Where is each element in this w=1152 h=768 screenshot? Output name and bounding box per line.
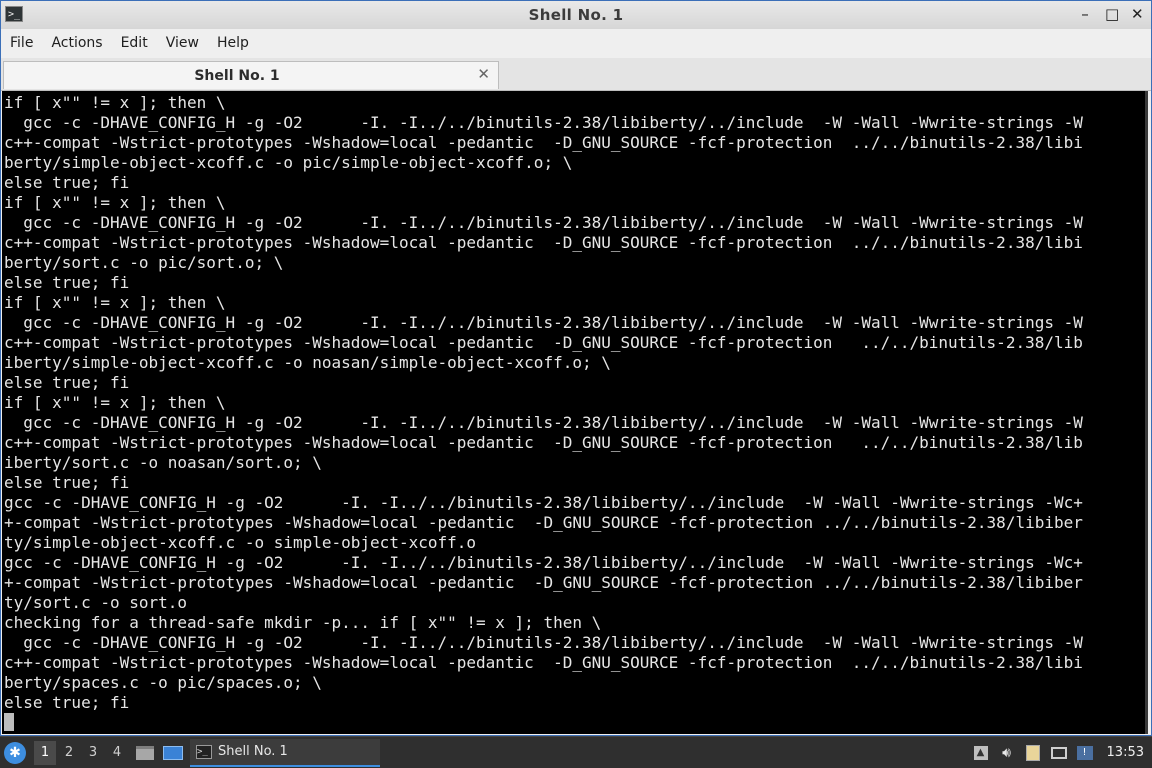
terminal-cursor xyxy=(4,713,14,731)
terminal-line: c++-compat -Wstrict-prototypes -Wshadow=… xyxy=(4,433,1083,452)
terminal-line: c++-compat -Wstrict-prototypes -Wshadow=… xyxy=(4,333,1083,352)
updates-icon[interactable]: ▲ xyxy=(973,745,989,761)
terminal-icon: >_ xyxy=(196,744,212,759)
taskbar-item-label: Shell No. 1 xyxy=(218,744,288,759)
workspace-4[interactable]: 4 xyxy=(106,741,128,765)
terminal-line: iberty/sort.c -o noasan/sort.o; \ xyxy=(4,453,322,472)
system-tray: ▲ 🔊︎ ! 13:53 xyxy=(973,744,1152,761)
terminal-line: if [ x"" != x ]; then \ xyxy=(4,93,226,112)
terminal-line: else true; fi xyxy=(4,173,130,192)
terminal-window: >_ Shell No. 1 – □ ✕ File Actions Edit V… xyxy=(0,0,1152,736)
clipboard-icon[interactable] xyxy=(1025,744,1041,761)
minimize-button[interactable]: – xyxy=(1079,5,1091,23)
terminal-line: gcc -c -DHAVE_CONFIG_H -g -O2 -I. -I../.… xyxy=(4,633,1083,652)
terminal-line: else true; fi xyxy=(4,473,130,492)
menu-bar: File Actions Edit View Help xyxy=(1,29,1151,57)
show-desktop-icon[interactable] xyxy=(162,742,184,764)
terminal-line: ty/sort.c -o sort.o xyxy=(4,593,188,612)
tab-close-icon[interactable]: ✕ xyxy=(477,65,490,83)
terminal-line: else true; fi xyxy=(4,693,130,712)
terminal-line: if [ x"" != x ]; then \ xyxy=(4,393,226,412)
menu-help[interactable]: Help xyxy=(208,35,258,51)
tab-shell-1[interactable]: Shell No. 1 ✕ xyxy=(3,61,499,89)
terminal-line: berty/sort.c -o pic/sort.o; \ xyxy=(4,253,284,272)
terminal-line: gcc -c -DHAVE_CONFIG_H -g -O2 -I. -I../.… xyxy=(4,213,1083,232)
workspace-3[interactable]: 3 xyxy=(82,741,104,765)
terminal-line: +-compat -Wstrict-prototypes -Wshadow=lo… xyxy=(4,513,1083,532)
volume-icon[interactable]: 🔊︎ xyxy=(999,745,1015,761)
terminal-line: gcc -c -DHAVE_CONFIG_H -g -O2 -I. -I../.… xyxy=(4,493,1083,512)
start-menu-icon[interactable]: ✱ xyxy=(4,741,26,764)
terminal-output[interactable]: if [ x"" != x ]; then \ gcc -c -DHAVE_CO… xyxy=(2,91,1148,734)
terminal-text: if [ x"" != x ]; then \ gcc -c -DHAVE_CO… xyxy=(4,93,1126,713)
terminal-line: else true; fi xyxy=(4,273,130,292)
maximize-button[interactable]: □ xyxy=(1105,5,1119,23)
taskbar: ✱ 1 2 3 4 >_ Shell No. 1 ▲ 🔊︎ ! 13:53 xyxy=(0,736,1152,768)
tab-bar: Shell No. 1 ✕ xyxy=(1,58,1151,91)
workspace-1[interactable]: 1 xyxy=(34,740,56,765)
terminal-scrollbar[interactable] xyxy=(1145,91,1148,734)
terminal-line: if [ x"" != x ]; then \ xyxy=(4,293,226,312)
terminal-line: c++-compat -Wstrict-prototypes -Wshadow=… xyxy=(4,233,1083,252)
window-controls: – □ ✕ xyxy=(1079,5,1143,23)
menu-actions[interactable]: Actions xyxy=(42,35,111,51)
terminal-line: if [ x"" != x ]; then \ xyxy=(4,193,226,212)
clock[interactable]: 13:53 xyxy=(1107,745,1144,760)
title-bar[interactable]: >_ Shell No. 1 – □ ✕ xyxy=(1,1,1151,30)
notification-icon[interactable]: ! xyxy=(1076,745,1093,761)
menu-file[interactable]: File xyxy=(1,35,42,51)
terminal-line: gcc -c -DHAVE_CONFIG_H -g -O2 -I. -I../.… xyxy=(4,113,1083,132)
taskbar-item-shell[interactable]: >_ Shell No. 1 xyxy=(190,738,380,767)
terminal-line: gcc -c -DHAVE_CONFIG_H -g -O2 -I. -I../.… xyxy=(4,413,1083,432)
terminal-line: c++-compat -Wstrict-prototypes -Wshadow=… xyxy=(4,653,1083,672)
terminal-line: c++-compat -Wstrict-prototypes -Wshadow=… xyxy=(4,133,1083,152)
tab-label: Shell No. 1 xyxy=(194,68,280,84)
workspace-2[interactable]: 2 xyxy=(58,741,80,765)
terminal-line: +-compat -Wstrict-prototypes -Wshadow=lo… xyxy=(4,573,1083,592)
terminal-line: ty/simple-object-xcoff.c -o simple-objec… xyxy=(4,533,477,552)
terminal-line: iberty/simple-object-xcoff.c -o noasan/s… xyxy=(4,353,611,372)
menu-view[interactable]: View xyxy=(157,35,208,51)
close-button[interactable]: ✕ xyxy=(1131,5,1144,23)
terminal-line: else true; fi xyxy=(4,373,130,392)
file-manager-icon[interactable] xyxy=(134,742,156,764)
terminal-line: gcc -c -DHAVE_CONFIG_H -g -O2 -I. -I../.… xyxy=(4,313,1083,332)
terminal-line: checking for a thread-safe mkdir -p... i… xyxy=(4,613,602,632)
network-icon[interactable] xyxy=(1050,745,1067,761)
terminal-line: berty/spaces.c -o pic/spaces.o; \ xyxy=(4,673,322,692)
menu-edit[interactable]: Edit xyxy=(112,35,157,51)
window-title: Shell No. 1 xyxy=(528,6,624,24)
terminal-line: berty/simple-object-xcoff.c -o pic/simpl… xyxy=(4,153,573,172)
terminal-line: gcc -c -DHAVE_CONFIG_H -g -O2 -I. -I../.… xyxy=(4,553,1083,572)
